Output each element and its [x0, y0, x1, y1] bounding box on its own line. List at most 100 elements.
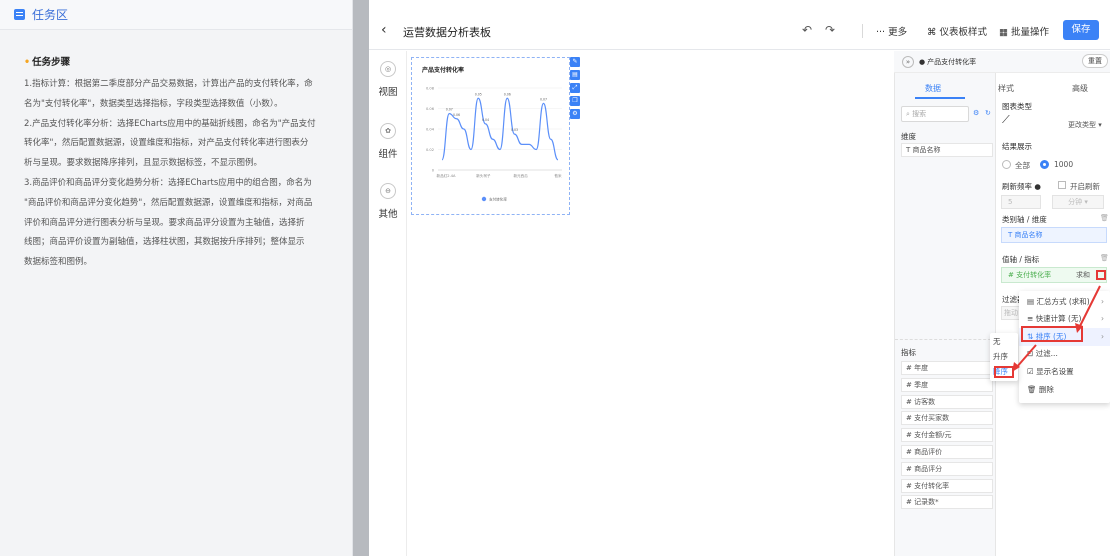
measure-item[interactable]: # 访客数 [901, 394, 993, 409]
data-label: 0.03 [511, 128, 518, 132]
refresh-label: 刷新频率 ● [1002, 181, 1041, 192]
dimension-field[interactable]: T 商品名称 [901, 143, 993, 157]
save-button[interactable]: 保存 [1063, 20, 1099, 40]
steps-title-text: 任务步骤 [32, 57, 71, 68]
radio-all[interactable] [1002, 160, 1011, 169]
measure-item[interactable]: # 年度 [901, 361, 993, 375]
quick-calc-icon: ≡ [1027, 314, 1036, 323]
measure-menu-trigger[interactable] [1096, 270, 1106, 280]
measure-item[interactable]: # 记录数* [901, 495, 993, 510]
x-tick-label: 新头柯子 [476, 173, 491, 178]
edit-icon[interactable]: ✎ [570, 57, 580, 67]
brush-icon: ⌘ [927, 27, 940, 38]
menu-item-label: 显示名设置 [1036, 367, 1074, 376]
redo-icon[interactable]: ↷ [825, 23, 835, 37]
field-context-menu: ▤ 汇总方式 (求和) › ≡ 快速计算 (无) › ⇅ 排序 (无) › ⊡ 过滤.… [1019, 291, 1110, 403]
refresh-number-input[interactable]: 5 [1001, 195, 1041, 209]
chart-type-label: 图表类型 [1002, 102, 1032, 111]
expand-icon[interactable]: ⤢ [570, 83, 580, 93]
trash-icon[interactable]: 🗑 [1100, 214, 1109, 222]
copy-icon[interactable]: ❐ [570, 96, 580, 106]
panel-divider[interactable] [353, 0, 369, 556]
axis-measure-field[interactable]: # 支付转化率 求和 [1001, 267, 1107, 283]
trash-icon[interactable]: 🗑 [1100, 254, 1109, 262]
change-type-button[interactable]: 更改类型 ▾ [1068, 120, 1102, 130]
chart-widget[interactable]: 0.08 0.06 0.04 0.02 0 新品红2.4A 新头柯子 新元西瓜 苞米 0.07 0.… [411, 57, 570, 215]
dashboard-canvas[interactable]: 0.08 0.06 0.04 0.02 0 新品红2.4A 新头柯子 新元西瓜 苞米 0.07 0.… [407, 51, 894, 556]
radio-count[interactable] [1040, 160, 1049, 169]
task-line: "商品评价和商品评分变化趋势"，然后配置数据源，设置维度和指标，对商品 [24, 197, 313, 208]
sort-highlight-box [1021, 326, 1083, 342]
y-tick-label: 0 [432, 169, 435, 173]
legend-marker [481, 196, 487, 202]
filter-icon: ⊡ [1027, 349, 1036, 358]
axis-dimension-field[interactable]: T 商品名称 [1001, 227, 1107, 243]
chevron-right-icon: › [1101, 332, 1104, 341]
selected-chart-name: 产品支付转化率 [927, 57, 977, 66]
menu-item-display-name[interactable]: ☑ 显示名设置 [1019, 363, 1110, 381]
search-placeholder: 搜索 [912, 110, 927, 118]
x-tick-label: 苞米 [554, 173, 562, 178]
measure-item[interactable]: # 商品评价 [901, 444, 993, 459]
menu-item-aggregate[interactable]: ▤ 汇总方式 (求和) › [1019, 293, 1110, 311]
task-header: 任务区 [0, 0, 352, 30]
measure-item[interactable]: # 支付买家数 [901, 411, 993, 426]
data-label: 0.05 [475, 92, 482, 96]
task-line: 2.产品支付转化率分析：选择ECharts应用中的基础折线图，命名为"产品支付 [24, 118, 316, 129]
measure-item[interactable]: # 支付金额/元 [901, 428, 993, 443]
menu-item-label: 汇总方式 (求和) [1036, 297, 1090, 306]
menu-item-delete[interactable]: 🗑 删除 [1019, 381, 1110, 399]
reset-button[interactable]: 重置 [1082, 54, 1108, 68]
y-tick-label: 0.08 [426, 87, 435, 91]
active-tab-underline [895, 97, 965, 99]
back-icon[interactable]: ‹ [381, 22, 395, 38]
tool-label: 其他 [378, 209, 398, 220]
tool-view[interactable]: ◎ 视图 [369, 61, 407, 98]
task-panel: 任务区 • 任务步骤 1.指标计算：根据第二季度部分产品交易数据，计算出产品的支付… [0, 0, 353, 556]
field-search-input[interactable]: ⌕ 搜索 [901, 106, 969, 122]
sort-asc[interactable]: 升序 [990, 349, 1018, 364]
refresh-icon[interactable]: ↻ [985, 109, 991, 117]
measure-list: # 年度 # 季度 # 访客数 # 支付买家数 # 支付金额/元 # 商品评价 … [901, 361, 993, 512]
task-line: 数据标签和图例。 [24, 257, 93, 268]
refresh-unit-select[interactable]: 分钟 ▾ [1052, 195, 1104, 209]
batch-ops-label: 批量操作 [1011, 27, 1050, 38]
delete-icon: 🗑 [1027, 385, 1039, 394]
menu-item-filter[interactable]: ⊡ 过滤... [1019, 345, 1110, 363]
measure-item[interactable]: # 季度 [901, 377, 993, 392]
refresh-label-text: 刷新频率 [1002, 182, 1032, 191]
batch-ops-button[interactable]: ▦ 批量操作 [999, 24, 1049, 38]
toolbar-divider [862, 24, 863, 38]
expand-panel-icon[interactable]: » [902, 55, 914, 68]
measure-title: 指标 [901, 348, 916, 357]
grid-icon: ▦ [999, 27, 1011, 38]
view-icon: ◎ [380, 61, 396, 77]
measure-item[interactable]: # 支付转化率 [901, 478, 993, 493]
db-icon[interactable]: ⚙ [973, 109, 979, 117]
sort-none[interactable]: 无 [990, 334, 1018, 349]
chevron-right-icon: › [1101, 297, 1104, 306]
count-value: 1000 [1054, 160, 1074, 169]
chart-side-tools: ✎ ▤ ⤢ ❐ ⚙ [570, 57, 580, 122]
dashboard-style-label: 仪表板样式 [939, 27, 988, 38]
dashboard-style-button[interactable]: ⌘ 仪表板样式 [927, 24, 987, 38]
tab-style[interactable]: 样式 [998, 83, 1014, 94]
measure-item[interactable]: # 商品评分 [901, 461, 993, 476]
tool-component[interactable]: ✿ 组件 [369, 123, 407, 160]
tab-data[interactable]: 数据 [925, 83, 941, 94]
refresh-unit-label: 分钟 [1068, 198, 1083, 206]
settings-icon[interactable]: ⚙ [570, 109, 580, 119]
chevron-right-icon: › [1101, 314, 1104, 323]
more-button[interactable]: ··· 更多 [876, 24, 907, 38]
change-type-label: 更改类型 [1068, 121, 1096, 129]
undo-icon[interactable]: ↶ [802, 23, 812, 37]
data-label: 0.06 [453, 113, 460, 117]
task-line: 3.商品评价和商品评分变化趋势分析：选择ECharts应用中的组合图，命名为 [24, 177, 312, 188]
tab-advanced[interactable]: 高级 [1072, 83, 1088, 94]
tool-label: 视图 [378, 87, 398, 98]
component-icon: ✿ [380, 123, 396, 139]
tool-other[interactable]: ⊖ 其他 [369, 183, 407, 220]
refresh-checkbox[interactable] [1058, 181, 1066, 189]
layout-icon[interactable]: ▤ [570, 70, 580, 80]
task-steps: 1.指标计算：根据第二季度部分产品交易数据，计算出产品的支付转化率，命 名为"支… [24, 75, 344, 273]
